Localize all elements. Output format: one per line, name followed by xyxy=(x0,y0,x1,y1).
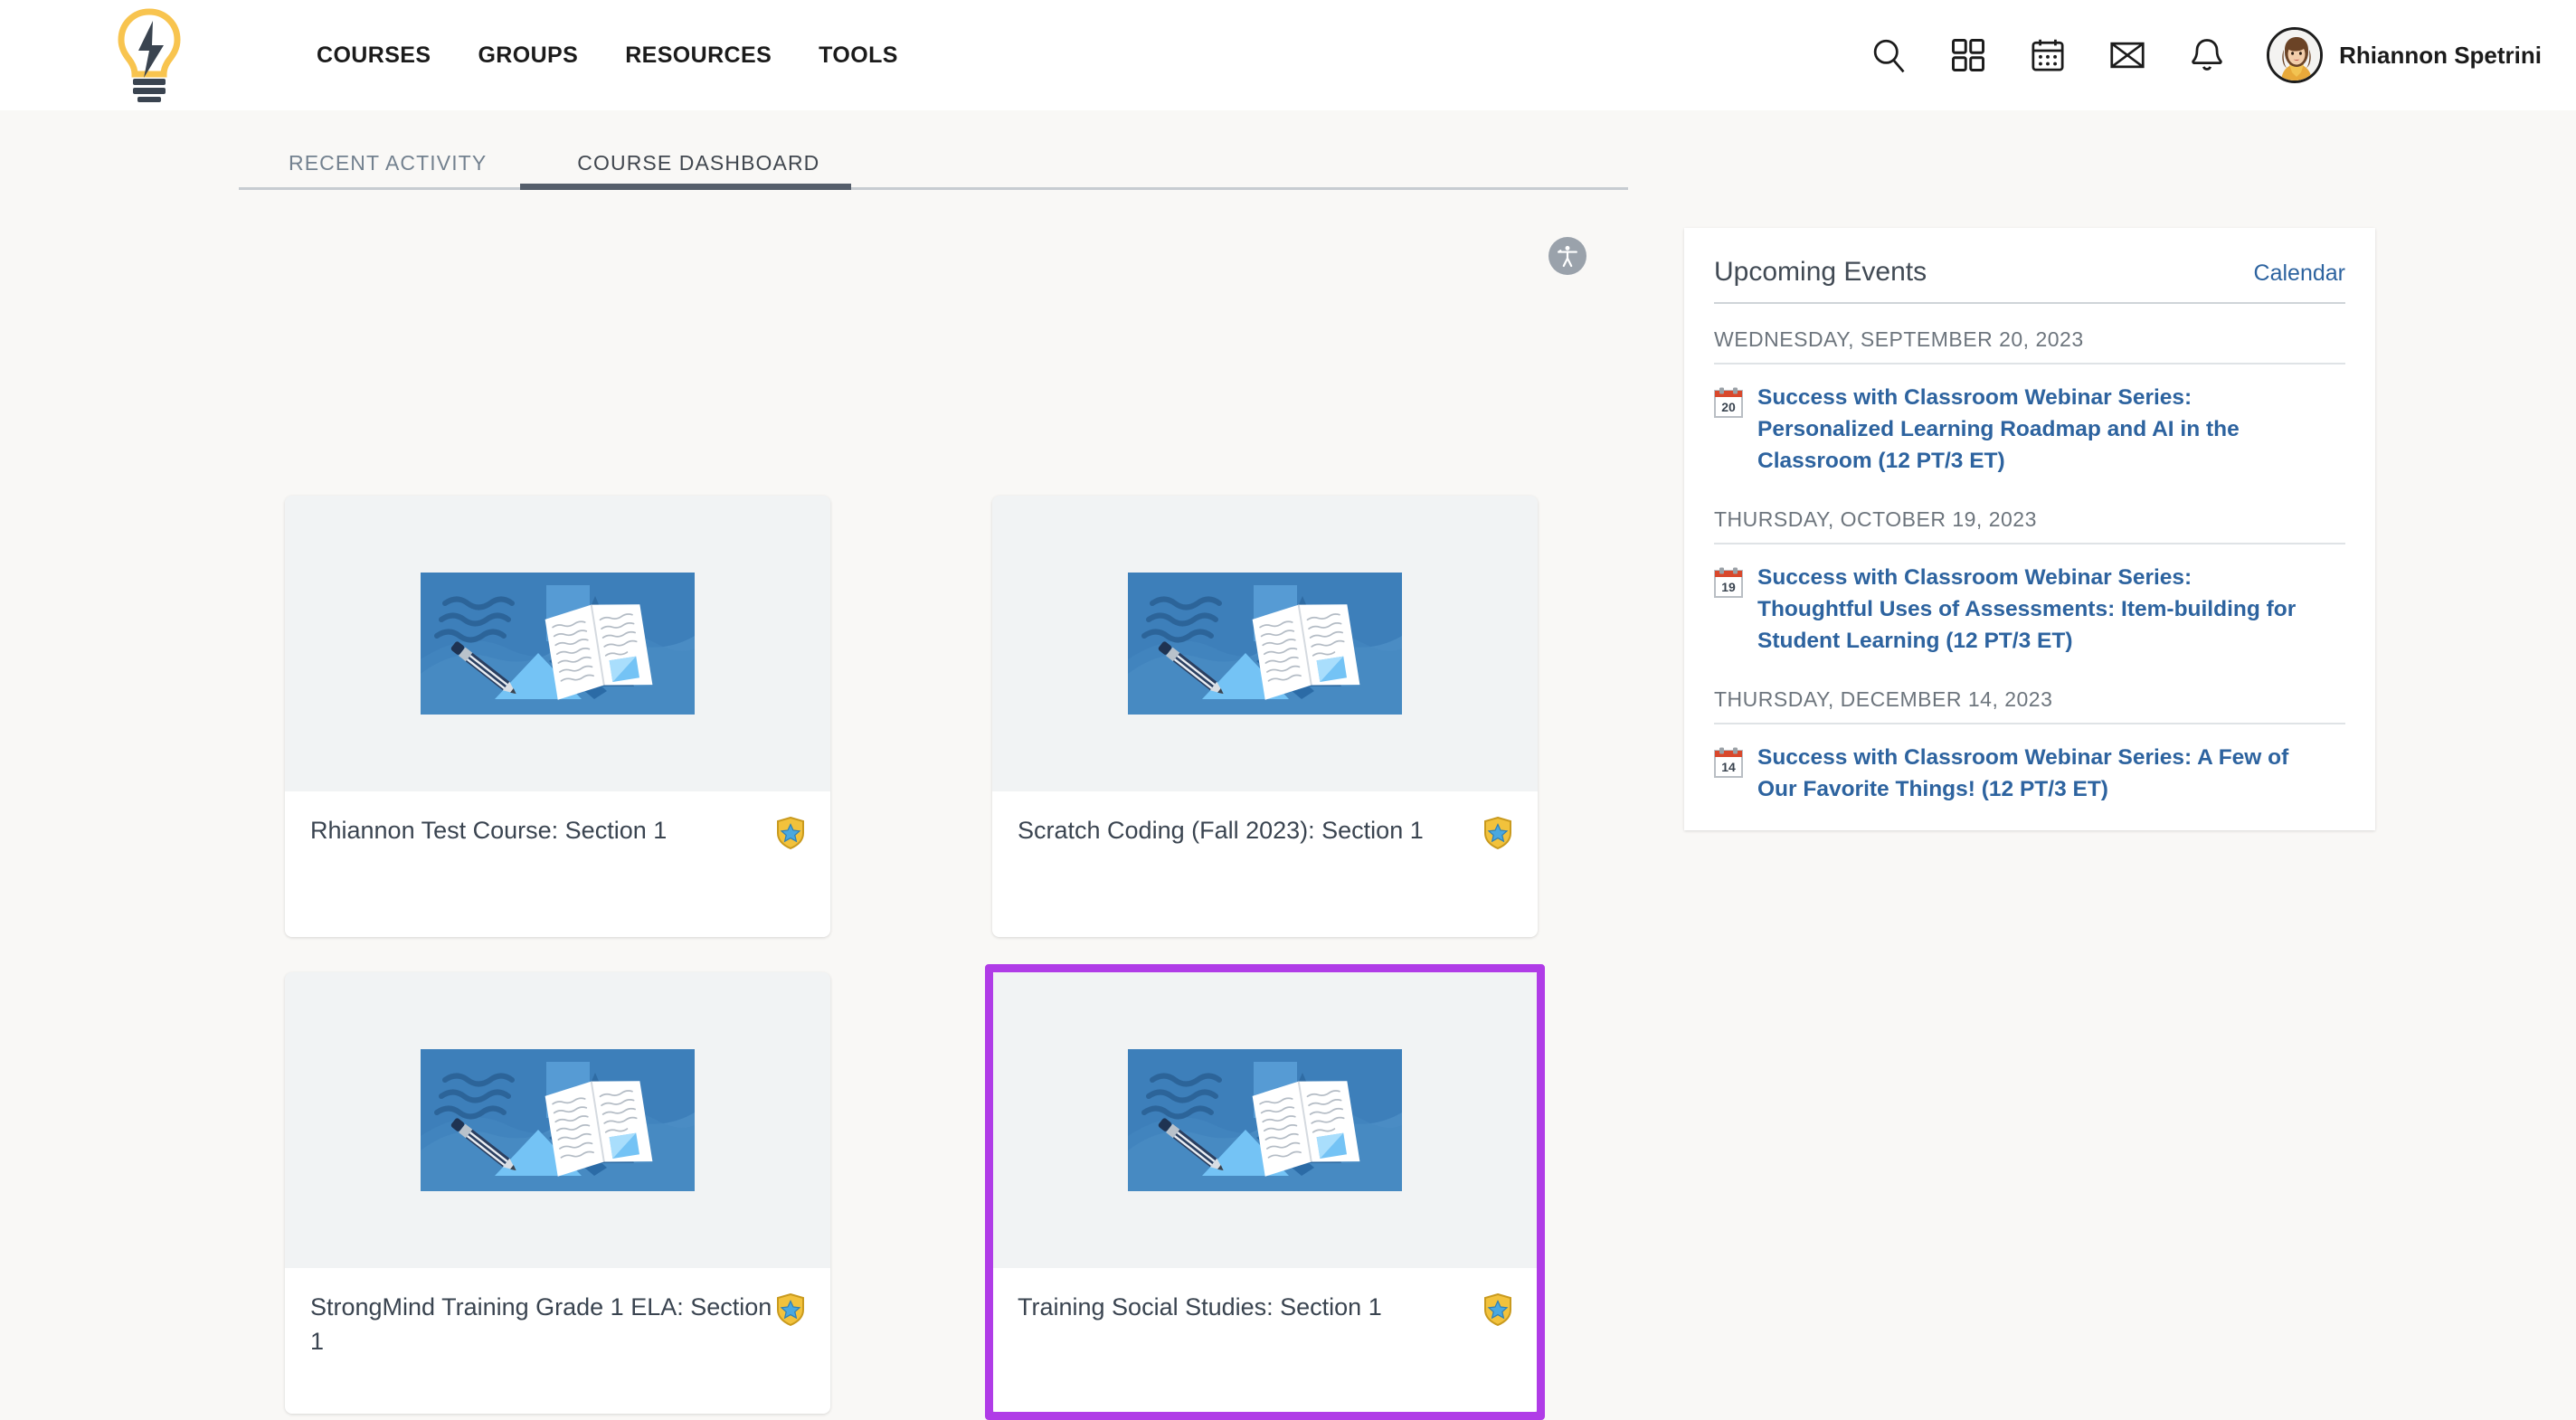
course-card[interactable]: Rhiannon Test Course: Section 1 xyxy=(285,496,830,937)
course-card-body: Rhiannon Test Course: Section 1 xyxy=(285,791,830,937)
course-illustration-icon xyxy=(1128,573,1402,715)
lightbulb-lightning-logo-icon xyxy=(118,8,181,102)
calendar-day-icon: 14 xyxy=(1714,747,1743,778)
event-day-number: 20 xyxy=(1721,400,1736,414)
event-title[interactable]: Success with Classroom Webinar Series: T… xyxy=(1757,562,2298,657)
user-menu[interactable]: Rhiannon Spetrini xyxy=(2267,27,2542,83)
course-title[interactable]: Scratch Coding (Fall 2023): Section 1 xyxy=(1018,813,1483,847)
event-item[interactable]: 20 Success with Classroom Webinar Series… xyxy=(1714,364,2345,484)
event-day-number: 14 xyxy=(1721,760,1736,774)
avatar xyxy=(2267,27,2324,83)
tabs-divider xyxy=(239,187,1628,190)
tab-course-dashboard[interactable]: COURSE DASHBOARD xyxy=(577,151,819,197)
nav-item-tools[interactable]: TOOLS xyxy=(819,43,898,69)
shield-star-badge-icon xyxy=(777,1293,804,1326)
dashboard-tabs: RECENT ACTIVITY COURSE DASHBOARD xyxy=(0,110,2576,197)
nav-item-groups[interactable]: GROUPS xyxy=(478,43,578,69)
upcoming-events-header: Upcoming Events Calendar xyxy=(1714,228,2345,304)
upcoming-events-title: Upcoming Events xyxy=(1714,257,1927,287)
event-date-heading: THURSDAY, DECEMBER 14, 2023 xyxy=(1714,664,2345,724)
course-illustration-icon xyxy=(1128,1049,1402,1191)
event-title[interactable]: Success with Classroom Webinar Series: A… xyxy=(1757,742,2298,805)
mail-icon[interactable] xyxy=(2107,35,2147,75)
event-item[interactable]: 19 Success with Classroom Webinar Series… xyxy=(1714,544,2345,664)
event-day-number: 19 xyxy=(1721,580,1736,594)
header-actions: Rhiannon Spetrini xyxy=(1869,0,2542,110)
course-title[interactable]: Training Social Studies: Section 1 xyxy=(1018,1290,1483,1324)
site-logo[interactable] xyxy=(99,2,199,109)
shield-star-badge-icon xyxy=(1484,1293,1511,1326)
user-avatar-icon xyxy=(2269,30,2321,80)
course-card[interactable]: Training Social Studies: Section 1 xyxy=(992,972,1538,1414)
event-date-heading: THURSDAY, OCTOBER 19, 2023 xyxy=(1714,484,2345,544)
course-card[interactable]: Scratch Coding (Fall 2023): Section 1 xyxy=(992,496,1538,937)
course-title[interactable]: StrongMind Training Grade 1 ELA: Section… xyxy=(310,1290,776,1358)
nav-item-resources[interactable]: RESOURCES xyxy=(625,43,772,69)
event-title[interactable]: Success with Classroom Webinar Series: P… xyxy=(1757,382,2298,477)
course-thumbnail xyxy=(992,972,1538,1268)
course-card-body: Scratch Coding (Fall 2023): Section 1 xyxy=(992,791,1538,937)
accessibility-icon xyxy=(1558,245,1577,268)
calendar-icon[interactable] xyxy=(2028,35,2068,75)
notifications-bell-icon[interactable] xyxy=(2187,35,2227,75)
course-card-body: StrongMind Training Grade 1 ELA: Section… xyxy=(285,1268,830,1414)
search-icon[interactable] xyxy=(1869,35,1908,75)
shield-star-badge-icon xyxy=(1484,817,1511,849)
app-header: COURSES GROUPS RESOURCES TOOLS Rhiannon … xyxy=(0,0,2576,110)
course-thumbnail xyxy=(992,496,1538,791)
tab-recent-activity[interactable]: RECENT ACTIVITY xyxy=(289,151,487,197)
shield-star-badge-icon xyxy=(777,817,804,849)
course-thumbnail xyxy=(285,972,830,1268)
course-thumbnail xyxy=(285,496,830,791)
apps-grid-icon[interactable] xyxy=(1948,35,1988,75)
event-item[interactable]: 14 Success with Classroom Webinar Series… xyxy=(1714,724,2345,812)
nav-item-courses[interactable]: COURSES xyxy=(317,43,431,69)
course-illustration-icon xyxy=(421,573,695,715)
upcoming-events-panel: Upcoming Events Calendar WEDNESDAY, SEPT… xyxy=(1684,228,2375,830)
course-title[interactable]: Rhiannon Test Course: Section 1 xyxy=(310,813,776,847)
course-card[interactable]: StrongMind Training Grade 1 ELA: Section… xyxy=(285,972,830,1414)
primary-nav: COURSES GROUPS RESOURCES TOOLS xyxy=(317,0,898,110)
calendar-day-icon: 19 xyxy=(1714,567,1743,598)
course-card-body: Training Social Studies: Section 1 xyxy=(992,1268,1538,1414)
calendar-link[interactable]: Calendar xyxy=(2254,260,2345,287)
tab-active-indicator xyxy=(520,184,851,190)
course-illustration-icon xyxy=(421,1049,695,1191)
user-name: Rhiannon Spetrini xyxy=(2339,41,2542,69)
calendar-day-icon: 20 xyxy=(1714,387,1743,418)
accessibility-button[interactable] xyxy=(1548,237,1586,275)
event-date-heading: WEDNESDAY, SEPTEMBER 20, 2023 xyxy=(1714,304,2345,364)
